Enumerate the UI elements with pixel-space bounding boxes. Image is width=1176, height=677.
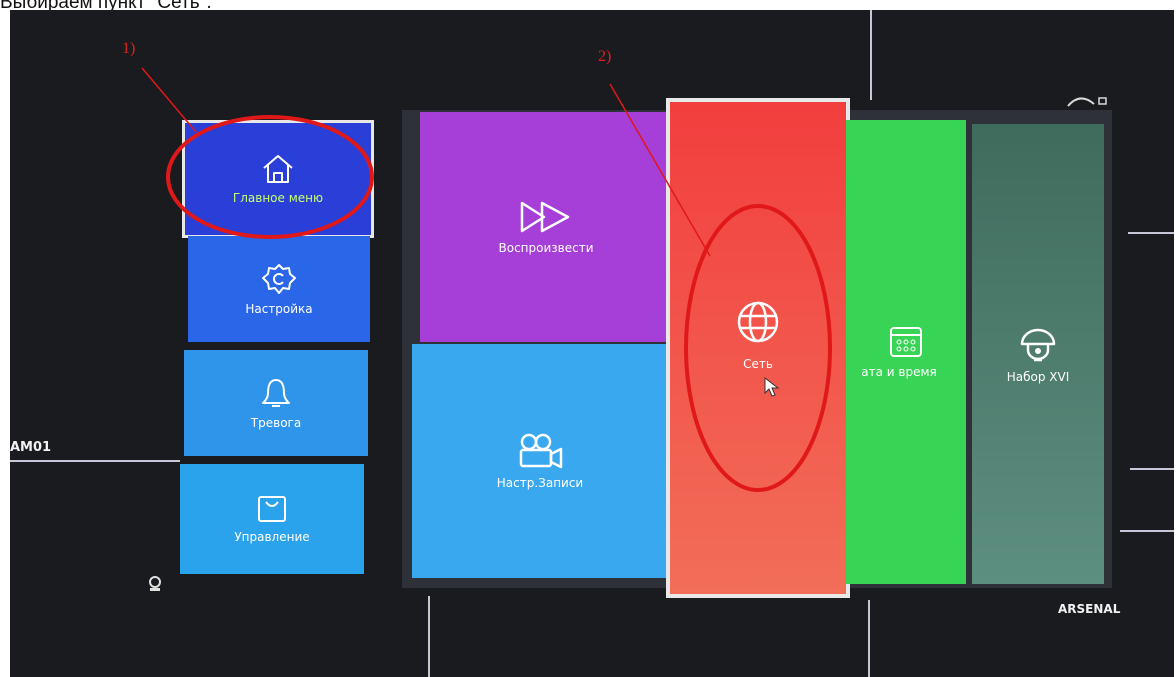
annotation-step-2: 2) [598,48,612,65]
sidebar-item-label: Настройка [245,302,313,316]
bag-icon [258,496,286,522]
grid-line [1120,530,1174,532]
tile-label: Набор XVI [1006,370,1070,384]
dome-camera-icon [1020,328,1056,362]
tile-label: Настр.Записи [496,476,584,490]
fast-forward-icon [520,201,570,233]
annotation-step-1: 1) [122,40,136,57]
tile-playback[interactable]: Воспроизвести [420,112,672,342]
sidebar-item-label: Главное меню [232,191,324,205]
mouse-cursor-icon [764,377,780,397]
sidebar-item-management[interactable]: Управление [180,464,364,574]
tile-label: Сеть [743,357,773,371]
tile-network[interactable]: Сеть [666,98,850,598]
tile-label: ата и время [861,365,937,379]
grid-line [868,600,870,677]
tile-record-settings[interactable]: Настр.Записи [412,344,668,578]
tile-xvi-set[interactable]: Набор XVI [972,124,1104,584]
camera-channel-label: AM01 [10,440,52,455]
sidebar-item-main-menu[interactable]: Главное меню [182,120,374,238]
grid-line [10,460,180,462]
brand-label: ARSENAL [1058,602,1121,616]
sidebar-item-settings[interactable]: Настройка [188,236,370,342]
dvr-screen: AM01 ARSENAL Главное меню Настройка Трев… [10,10,1174,677]
grid-line [1130,468,1174,470]
globe-icon [737,301,779,343]
calendar-icon [890,327,922,357]
bell-icon [262,379,290,407]
video-camera-icon [519,433,563,469]
gear-icon [262,264,296,294]
home-icon [263,155,293,183]
webcam-icon [149,576,161,591]
tile-date-time[interactable]: ата и время [846,120,966,584]
sidebar-item-label: Управление [234,530,310,544]
grid-line [428,596,430,677]
grid-line [1128,232,1174,234]
sidebar-item-label: Тревога [250,416,302,430]
sidebar-item-alarm[interactable]: Тревога [184,350,368,456]
tile-label: Воспроизвести [498,241,594,255]
grid-line [870,10,872,100]
signal-icon [1067,97,1107,107]
